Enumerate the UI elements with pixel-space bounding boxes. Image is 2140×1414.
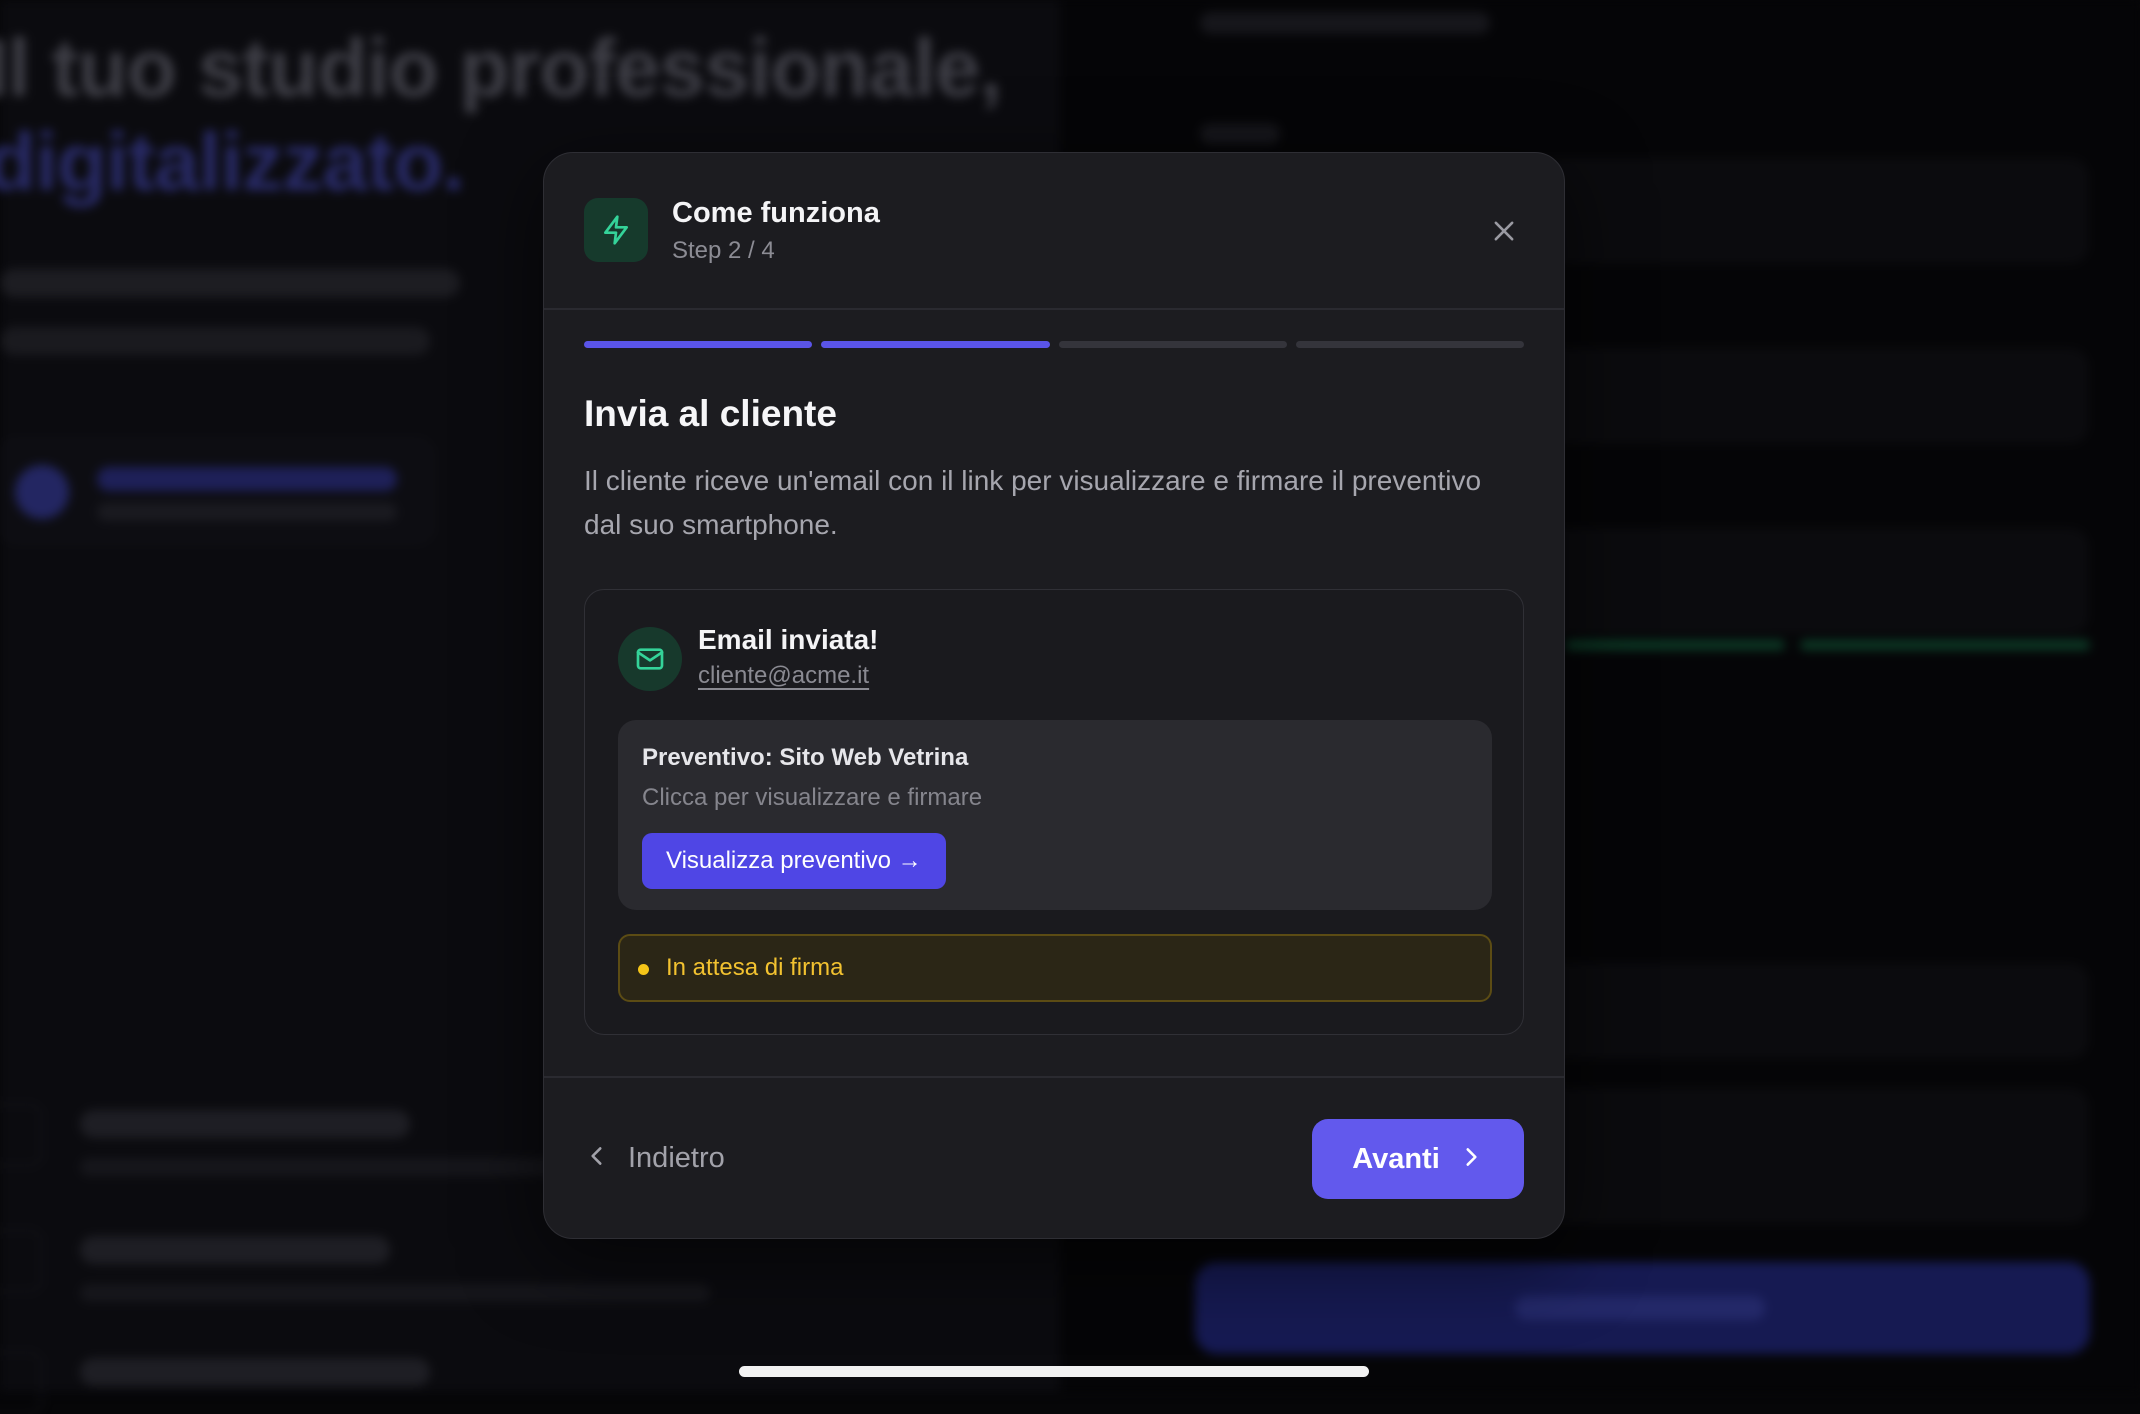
modal-header: Come funziona Step 2 / 4 (544, 153, 1564, 310)
background-strength-bar (1565, 640, 1785, 650)
progress-segment (821, 341, 1050, 348)
email-sent-title: Email inviata! (698, 624, 879, 655)
background-demo-icon (15, 465, 69, 519)
quote-title: Preventivo: Sito Web Vetrina (642, 744, 969, 771)
chevron-right-icon (1458, 1144, 1484, 1175)
background-strength-bar (1800, 640, 2090, 650)
email-preview-card: Email inviata! cliente@acme.it Preventiv… (584, 589, 1524, 1035)
next-button-label: Avanti (1352, 1142, 1440, 1175)
step-title: Invia al cliente (584, 393, 837, 434)
background-feature-icon (0, 1230, 42, 1292)
footer-divider (544, 1076, 1564, 1078)
next-button[interactable]: Avanti (1312, 1119, 1524, 1199)
quote-preview: Preventivo: Sito Web Vetrina Clicca per … (618, 720, 1492, 910)
status-badge: In attesa di firma (618, 934, 1492, 1002)
status-label: In attesa di firma (666, 954, 844, 981)
recipient-email[interactable]: cliente@acme.it (698, 662, 869, 690)
progress-segment (1058, 341, 1287, 348)
quote-subtitle: Clicca per visualizzare e firmare (642, 784, 983, 811)
back-button[interactable]: Indietro (584, 1133, 725, 1183)
background-hero-line-1: Il tuo studio professionale, (0, 23, 1002, 114)
background-feature-icon (0, 1104, 42, 1166)
lightning-icon (584, 198, 648, 262)
background-feature-icon (0, 1352, 42, 1414)
progress-segment (584, 341, 813, 348)
background-hero-subtitle-blur (0, 255, 460, 355)
home-indicator[interactable] (739, 1366, 1369, 1377)
modal-title: Come funziona (672, 197, 880, 229)
step-progress (584, 341, 1524, 349)
chevron-left-icon (584, 1143, 610, 1174)
step-description: Il cliente riceve un'email con il link p… (584, 465, 1482, 540)
step-indicator: Step 2 / 4 (672, 237, 775, 264)
progress-segment (1295, 341, 1524, 348)
background-label (1200, 12, 1490, 34)
mail-icon (618, 627, 682, 691)
status-dot (638, 964, 649, 975)
onboarding-modal: Come funziona Step 2 / 4 Invia al client… (543, 152, 1565, 1239)
background-demo-card (0, 440, 432, 542)
background-label (1200, 124, 1280, 144)
background-submit-button (1195, 1262, 2090, 1354)
back-button-label: Indietro (628, 1141, 725, 1174)
view-quote-button[interactable]: Visualizza preventivo → (642, 833, 946, 889)
close-icon[interactable] (1484, 211, 1524, 251)
